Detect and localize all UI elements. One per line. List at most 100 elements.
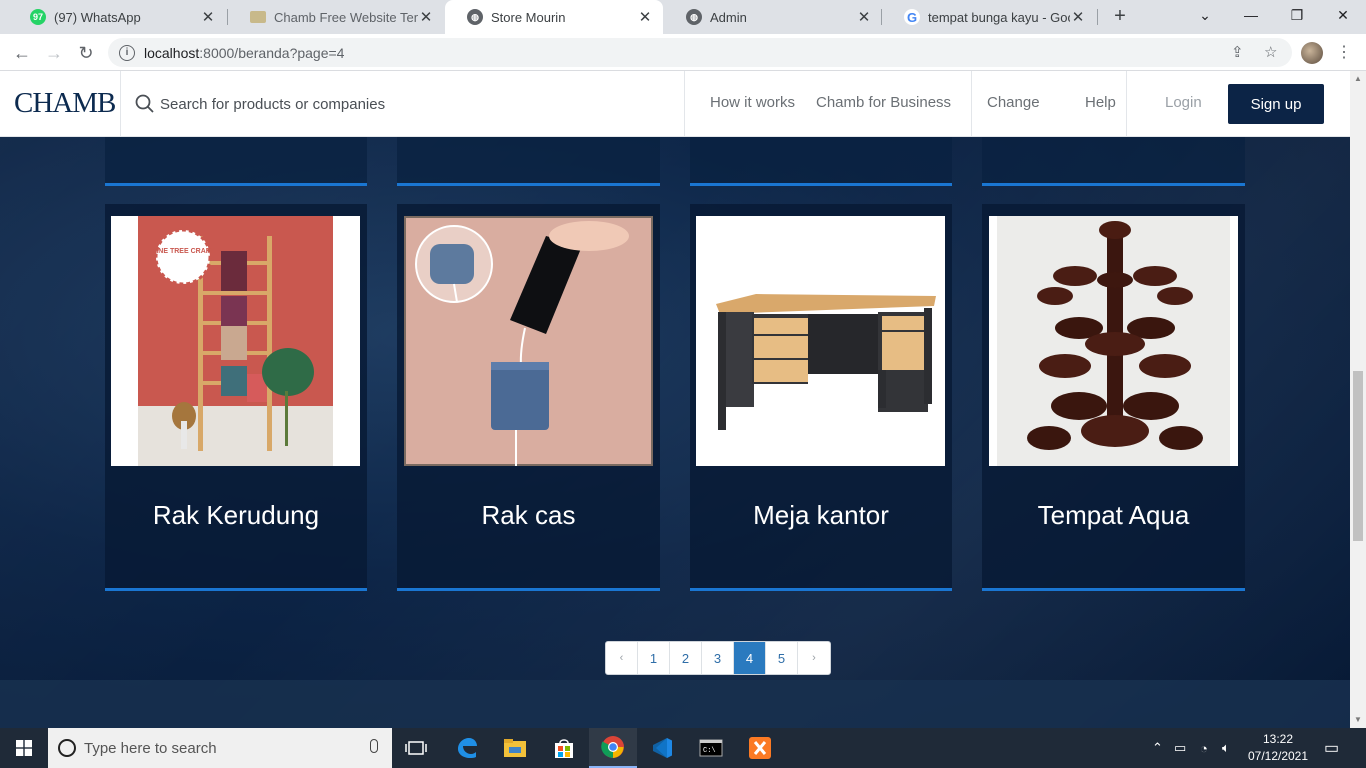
volume-icon[interactable]: 🔈︎ [1222,728,1230,768]
template-icon [250,11,266,23]
charging-shelf-image [404,216,653,466]
scroll-up-arrow-icon[interactable]: ▲ [1350,71,1366,87]
header-divider [1126,71,1127,137]
product-name[interactable]: Meja kantor [690,500,952,531]
show-hidden-icons-chevron[interactable]: ⌃ [1152,728,1163,768]
browser-toolbar: ← → ↻ i localhost:8000/beranda?page=4 ⇪ … [0,34,1366,71]
carved-cup-holder-photo[interactable] [989,216,1238,466]
tab-title: tempat bunga kayu - Google [928,9,1070,25]
product-card[interactable]: Rak cas [397,204,660,591]
nav-change[interactable]: Change [987,94,1040,111]
windows-start-button[interactable] [0,728,48,768]
tab-title: Chamb Free Website Templat [274,9,418,25]
globe-icon: ◍ [467,9,483,25]
scarf-rack-image: PINE TREE CRAFT [111,216,360,466]
site-logo[interactable]: CHAMB [14,87,116,120]
task-view-icon[interactable] [392,728,440,768]
bookmark-star-icon[interactable]: ☆ [1264,43,1277,61]
microphone-icon[interactable] [370,739,378,753]
nav-how-it-works[interactable]: How it works [710,94,795,111]
product-name[interactable]: Rak Kerudung [105,500,367,531]
header-divider [120,71,121,137]
address-bar[interactable]: i localhost:8000/beranda?page=4 [108,38,1292,67]
xampp-icon[interactable] [736,728,784,768]
pine-tree-craft-badge [154,228,212,286]
product-card[interactable]: PINE TREE CRAFT Rak Kerudung [105,204,367,591]
nav-chamb-for-business[interactable]: Chamb for Business [816,94,951,111]
maximize-button[interactable]: ❐ [1274,0,1320,30]
product-card-previous-row [397,137,660,186]
terminal-icon[interactable]: C:\ [687,728,735,768]
forward-arrow-icon[interactable]: → [41,40,67,66]
browser-tab-admin[interactable]: ◍ Admin ✕ [664,0,882,34]
product-name[interactable]: Tempat Aqua [982,500,1245,531]
close-tab-icon[interactable]: ✕ [1070,8,1086,26]
product-card-previous-row [690,137,952,186]
tab-title: (97) WhatsApp [54,9,141,25]
signup-button[interactable]: Sign up [1228,84,1324,124]
page-viewport: PINE TREE CRAFT Rak Kerudung Rak cas Mej… [0,71,1366,728]
browser-tab-whatsapp[interactable]: 97 (97) WhatsApp ✕ [8,0,226,34]
close-tab-icon[interactable]: ✕ [200,8,216,26]
cortana-circle-icon [58,739,76,757]
badge-text: PINE TREE CRAFT [152,248,215,255]
product-card[interactable]: Tempat Aqua [982,204,1245,591]
site-info-icon[interactable]: i [119,44,135,61]
taskbar-search-box[interactable]: Type here to search [48,728,392,768]
back-arrow-icon[interactable]: ← [9,40,35,66]
pagination-page-3[interactable]: 3 [702,642,734,674]
page-scrollbar[interactable]: ▲ ▼ [1350,71,1366,728]
pagination-page-2[interactable]: 2 [670,642,702,674]
browser-tab-google[interactable]: G tempat bunga kayu - Google ✕ [882,0,1096,34]
taskbar-clock[interactable]: 13:22 07/12/2021 [1242,731,1314,765]
search-input[interactable] [160,90,560,118]
battery-icon[interactable]: ▭ [1174,728,1186,768]
notification-center-icon[interactable]: ▭ [1324,728,1339,768]
pagination-page-5[interactable]: 5 [766,642,798,674]
close-tab-icon[interactable]: ✕ [856,8,872,26]
new-tab-button[interactable]: + [1110,5,1130,29]
chrome-icon[interactable] [589,728,637,768]
pagination-next-button[interactable]: › [798,642,830,674]
product-name[interactable]: Rak cas [397,500,660,531]
pagination-prev-button[interactable]: ‹ [606,642,638,674]
clock-time: 13:22 [1262,732,1294,746]
profile-avatar[interactable] [1301,42,1323,64]
windows-logo-icon [16,740,32,756]
browser-tab-chamb-template[interactable]: Chamb Free Website Templat ✕ [228,0,444,34]
scarf-rack-photo[interactable]: PINE TREE CRAFT [111,216,360,466]
wifi-icon[interactable]: ◔ [1200,728,1208,768]
header-divider [971,71,972,137]
minimize-button[interactable]: — [1228,0,1274,30]
wall-charging-shelf-photo[interactable] [404,216,653,466]
search-icon [135,94,154,113]
vscode-icon[interactable] [638,728,686,768]
pagination-page-1[interactable]: 1 [638,642,670,674]
close-tab-icon[interactable]: ✕ [637,8,653,26]
nav-login[interactable]: Login [1165,94,1202,111]
product-card-previous-row [105,137,367,186]
scroll-down-arrow-icon[interactable]: ▼ [1350,712,1366,728]
url-path: :8000/beranda?page=4 [199,44,345,61]
store-icon[interactable] [540,728,588,768]
cup-holder-image [989,216,1238,466]
office-desk-photo[interactable] [696,216,945,466]
windows-taskbar: Type here to search C:\ ⌃ ▭ ◔ 🔈︎ 13:22 0… [0,728,1366,768]
reload-icon[interactable]: ↻ [73,40,99,66]
scroll-thumb[interactable] [1353,371,1363,541]
file-explorer-icon[interactable] [491,728,539,768]
header-divider [684,71,685,137]
edge-icon[interactable] [443,728,491,768]
share-icon[interactable]: ⇪ [1231,43,1244,61]
close-tab-icon[interactable]: ✕ [418,8,434,26]
tab-search-chevron-icon[interactable]: ⌄ [1182,0,1228,30]
browser-tab-store-mourin[interactable]: ◍ Store Mourin ✕ [445,0,663,34]
pagination-page-4-current[interactable]: 4 [734,642,766,674]
close-window-button[interactable]: ✕ [1320,0,1366,30]
browser-tab-strip: 97 (97) WhatsApp ✕ Chamb Free Website Te… [0,0,1366,34]
product-card-previous-row [982,137,1245,186]
nav-help[interactable]: Help [1085,94,1116,111]
product-card[interactable]: Meja kantor [690,204,952,591]
browser-menu-icon[interactable]: ⋮ [1336,40,1352,66]
taskbar-search-placeholder: Type here to search [84,739,217,757]
